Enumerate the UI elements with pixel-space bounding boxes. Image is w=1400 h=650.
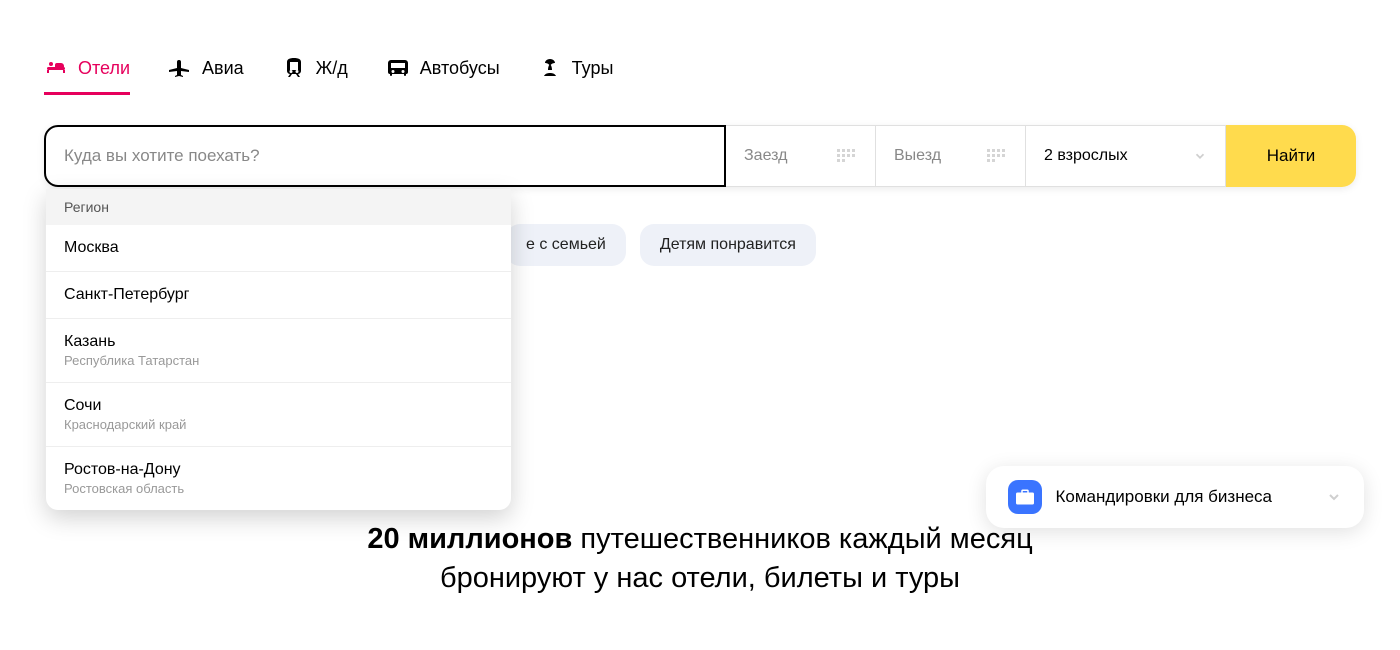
tab-tours[interactable]: Туры (538, 56, 614, 95)
checkin-label: Заезд (744, 147, 787, 165)
promo-bold: 20 миллионов (367, 523, 572, 555)
promo-line2: бронируют у нас отели, билеты и туры (0, 559, 1400, 598)
suggestions-header: Регион (46, 189, 511, 225)
tab-rail[interactable]: Ж/д (282, 56, 348, 95)
tab-label: Туры (572, 58, 614, 79)
promo-line1: путешественников каждый месяц (572, 523, 1032, 555)
suggestion-sub: Краснодарский край (64, 417, 493, 432)
search-button[interactable]: Найти (1226, 125, 1356, 187)
tab-label: Автобусы (420, 58, 500, 79)
suggestion-item[interactable]: Казань Республика Татарстан (46, 319, 511, 383)
chip-kids[interactable]: Детям понравится (640, 224, 816, 266)
tab-avia[interactable]: Авиа (168, 56, 244, 95)
chip-family[interactable]: е с семьей (506, 224, 626, 266)
search-form: Регион Москва Санкт-Петербург Казань Рес… (44, 125, 1356, 187)
guests-label: 2 взрослых (1044, 147, 1128, 165)
checkout-field[interactable]: Выезд (876, 125, 1026, 187)
product-tabs: Отели Авиа Ж/д Автобусы Туры (44, 56, 1356, 95)
promo-text: 20 миллионов путешественников каждый мес… (0, 520, 1400, 598)
suggestion-name: Санкт-Петербург (64, 286, 493, 304)
plane-icon (168, 56, 192, 80)
suggestion-sub: Ростовская область (64, 481, 493, 496)
suggestion-name: Казань (64, 333, 493, 351)
suggestion-name: Ростов-на-Дону (64, 461, 493, 479)
checkout-label: Выезд (894, 147, 941, 165)
suggestion-item[interactable]: Москва (46, 225, 511, 272)
tab-bus[interactable]: Автобусы (386, 56, 500, 95)
suggestion-sub: Республика Татарстан (64, 353, 493, 368)
checkin-field[interactable]: Заезд (726, 125, 876, 187)
chevron-down-icon (1326, 489, 1342, 505)
business-trips-widget[interactable]: Командировки для бизнеса (986, 466, 1365, 528)
bus-icon (386, 56, 410, 80)
palm-icon (538, 56, 562, 80)
hotel-icon (44, 56, 68, 80)
suggestion-item[interactable]: Сочи Краснодарский край (46, 383, 511, 447)
tab-hotels[interactable]: Отели (44, 56, 130, 95)
suggestion-item[interactable]: Ростов-на-Дону Ростовская область (46, 447, 511, 510)
destination-field-wrap[interactable]: Регион Москва Санкт-Петербург Казань Рес… (44, 125, 726, 187)
destination-input[interactable] (64, 146, 706, 166)
calendar-icon (837, 149, 857, 163)
tab-label: Отели (78, 58, 130, 79)
chevron-down-icon (1193, 149, 1207, 163)
tab-label: Ж/д (316, 58, 348, 79)
suggestion-item[interactable]: Санкт-Петербург (46, 272, 511, 319)
tab-label: Авиа (202, 58, 244, 79)
suggestion-name: Сочи (64, 397, 493, 415)
destination-suggestions: Регион Москва Санкт-Петербург Казань Рес… (46, 189, 511, 510)
briefcase-icon (1008, 480, 1042, 514)
business-trips-label: Командировки для бизнеса (1056, 487, 1273, 507)
suggestion-name: Москва (64, 239, 493, 257)
train-icon (282, 56, 306, 80)
guests-field[interactable]: 2 взрослых (1026, 125, 1226, 187)
calendar-icon (987, 149, 1007, 163)
